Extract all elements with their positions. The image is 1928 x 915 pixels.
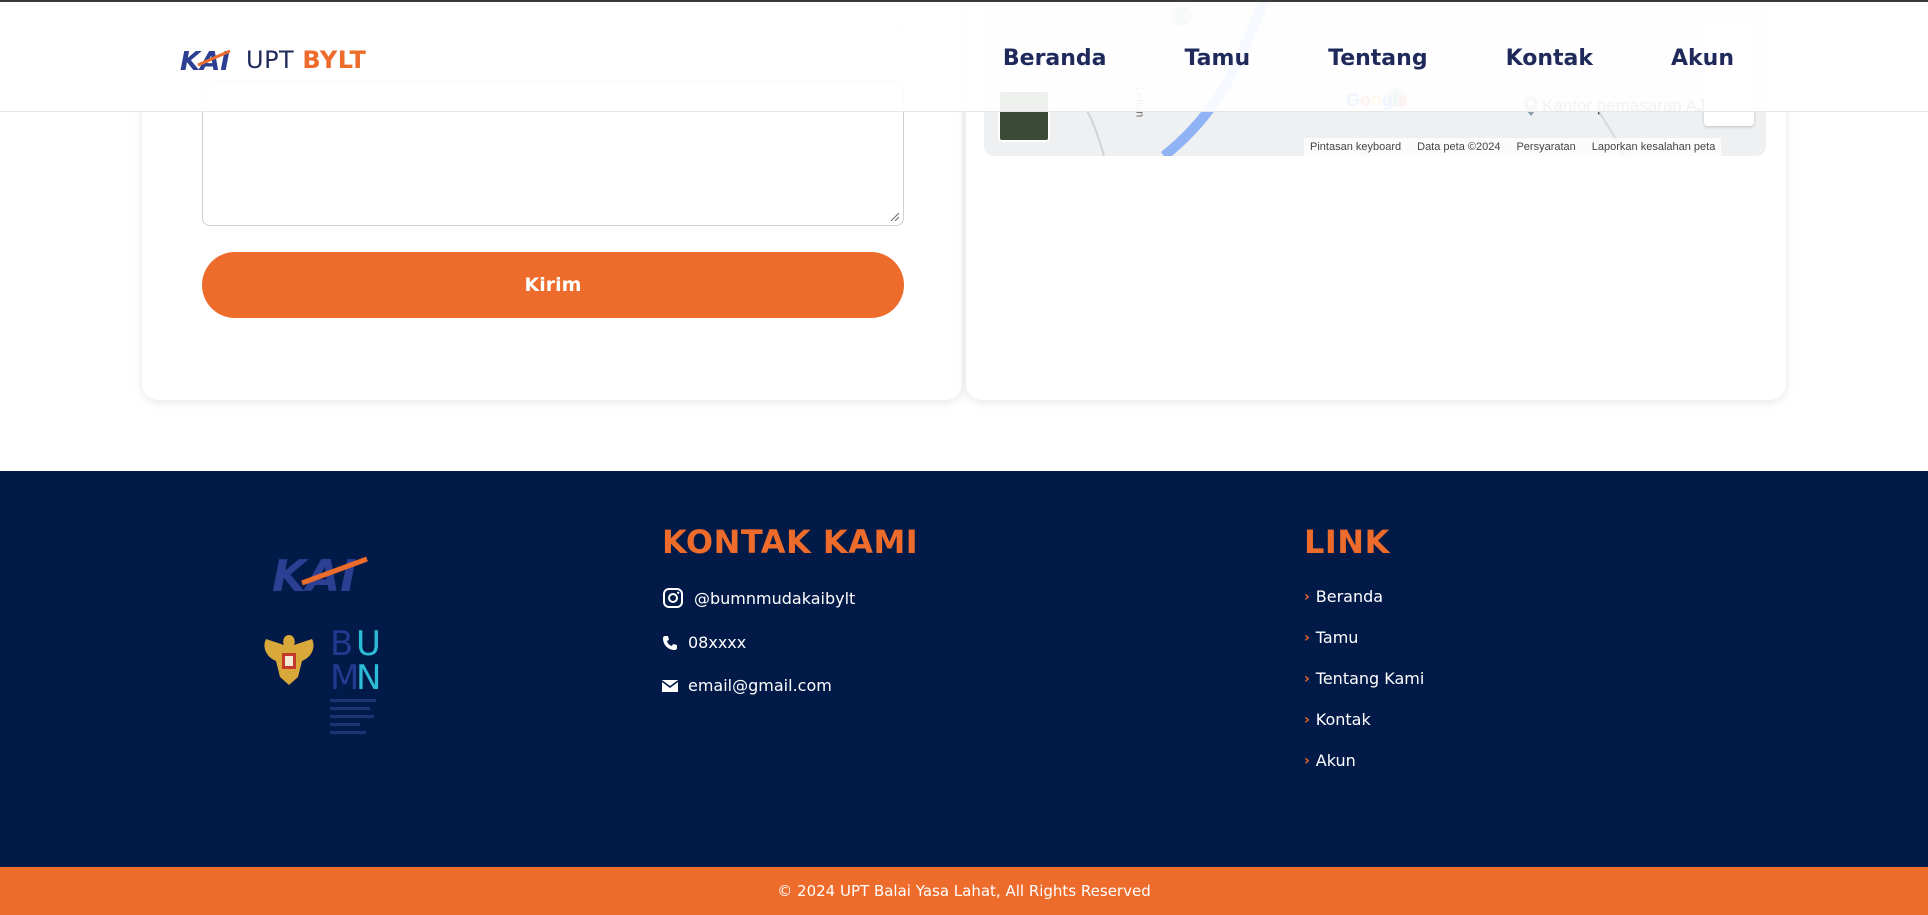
chevron-right-icon: › — [1304, 670, 1310, 687]
map-footer-link[interactable]: Laporkan kesalahan peta — [1592, 141, 1716, 153]
chevron-right-icon: › — [1304, 752, 1310, 769]
svg-text:M: M — [330, 658, 359, 698]
map-footer-link[interactable]: Persyaratan — [1516, 141, 1575, 153]
footer-link-tamu[interactable]: › Tamu — [1304, 628, 1424, 647]
svg-text:N: N — [356, 658, 381, 698]
chevron-right-icon: › — [1304, 629, 1310, 646]
bumn-logo-icon: B U M N — [330, 627, 381, 734]
footer-link-tentang-kami[interactable]: › Tentang Kami — [1304, 669, 1424, 688]
nav-tentang[interactable]: Tentang — [1328, 46, 1427, 71]
top-navbar: KAI UPT BYLT Beranda Tamu Tentang Kontak… — [0, 0, 1928, 112]
submit-button[interactable]: Kirim — [202, 252, 904, 318]
kai-logo-icon: KAI — [180, 47, 231, 73]
link-title: LINK — [1304, 523, 1390, 561]
nav-kontak[interactable]: Kontak — [1506, 46, 1593, 71]
footer-link-label: Tamu — [1315, 628, 1359, 647]
brand-prefix: UPT — [246, 46, 295, 74]
main-nav: Beranda Tamu Tentang Kontak Akun — [1003, 46, 1734, 71]
contact-title: KONTAK KAMI — [662, 523, 919, 561]
brand-accent: BYLT — [302, 46, 367, 74]
instagram-item[interactable]: @bumnmudakaibylt — [662, 587, 918, 609]
footer-link-label: Kontak — [1315, 710, 1371, 729]
footer-link-label: Tentang Kami — [1315, 669, 1425, 688]
footer-link-akun[interactable]: › Akun — [1304, 751, 1424, 770]
phone-icon — [663, 635, 677, 650]
chevron-right-icon: › — [1304, 711, 1310, 728]
nav-tamu[interactable]: Tamu — [1185, 46, 1251, 71]
brand-name: UPT BYLT — [246, 46, 366, 74]
footer-link-label: Beranda — [1315, 587, 1384, 606]
instagram-handle: @bumnmudakaibylt — [694, 588, 856, 608]
email-address: email@gmail.com — [688, 676, 832, 695]
svg-text:KAI: KAI — [272, 551, 357, 597]
nav-akun[interactable]: Akun — [1671, 46, 1734, 71]
phone-item[interactable]: 08xxxx — [662, 633, 918, 652]
link-section: LINK › Beranda › Tamu › Tentang Kami › Konta… — [1304, 523, 1424, 792]
kai-footer-logo-icon: KAI — [272, 551, 368, 597]
svg-text:KAI: KAI — [180, 47, 230, 73]
contact-section: KONTAK KAMI @bumnmudakaibylt 08xxxx emai… — [662, 523, 918, 695]
copyright-bar: © 2024 UPT Balai Yasa Lahat, All Rights … — [0, 867, 1928, 915]
chevron-right-icon: › — [1304, 588, 1310, 605]
footer-link-kontak[interactable]: › Kontak — [1304, 710, 1424, 729]
map-footer-link: Data peta ©2024 — [1417, 141, 1501, 153]
resize-handle-icon[interactable] — [889, 211, 899, 221]
brand[interactable]: KAI UPT BYLT — [180, 46, 366, 74]
site-footer: KAI B U M N KONTAK KAMI @bumnmudakaibylt… — [0, 471, 1928, 867]
instagram-icon — [663, 588, 683, 608]
footer-link-list: › Beranda › Tamu › Tentang Kami › Kontak › Ak… — [1304, 587, 1424, 770]
map-footer-link[interactable]: Pintasan keyboard — [1310, 141, 1401, 153]
envelope-icon — [662, 679, 678, 692]
map-attribution: Pintasan keyboard Data peta ©2024 Persya… — [1304, 138, 1722, 156]
copyright-text: © 2024 UPT Balai Yasa Lahat, All Rights … — [777, 882, 1151, 900]
phone-number: 08xxxx — [688, 633, 747, 652]
garuda-emblem-icon — [264, 635, 314, 685]
footer-link-beranda[interactable]: › Beranda — [1304, 587, 1424, 606]
footer-link-label: Akun — [1315, 751, 1356, 770]
nav-beranda[interactable]: Beranda — [1003, 46, 1107, 71]
email-item[interactable]: email@gmail.com — [662, 676, 918, 695]
